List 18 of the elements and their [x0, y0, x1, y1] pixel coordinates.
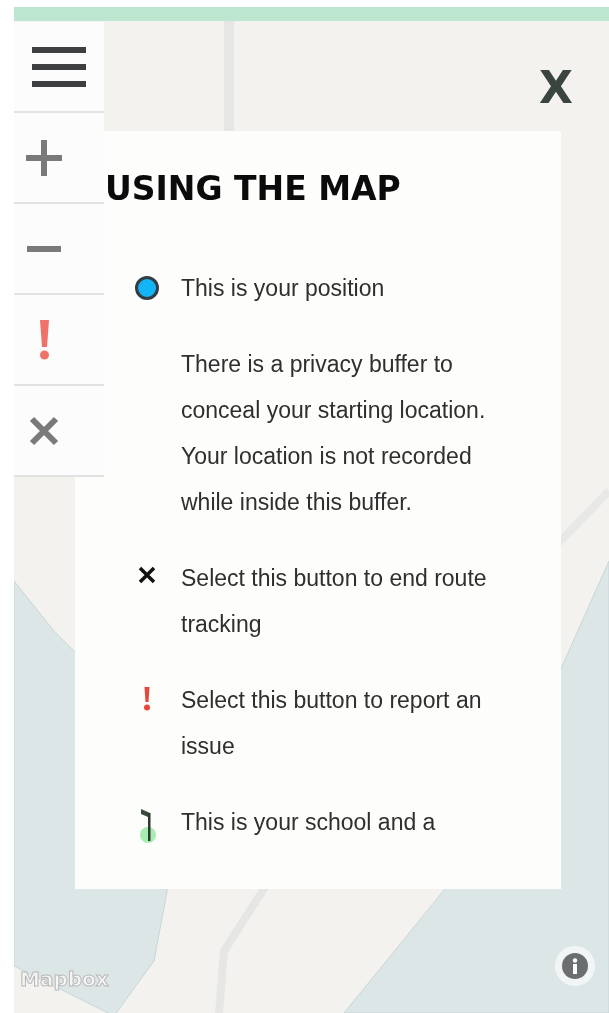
position-dot-icon	[134, 275, 160, 301]
menu-button[interactable]	[14, 22, 104, 113]
legend-text: Select this button to report an issue	[181, 686, 483, 761]
panel-title: USING THE MAP	[105, 169, 402, 209]
close-icon	[137, 565, 157, 585]
alert-icon	[143, 687, 151, 711]
minus-icon	[27, 245, 61, 252]
legend-text: There is a privacy buffer to conceal your starting location. Your location is not recorded while inside this buffer.	[181, 350, 487, 517]
close-button[interactable]: X	[539, 64, 573, 112]
plus-icon	[26, 139, 62, 176]
info-icon	[562, 953, 588, 979]
close-icon	[29, 415, 59, 446]
info-button[interactable]	[555, 946, 595, 986]
legend-text: This is your school and a	[181, 808, 437, 837]
legend-text: Select this button to end route tracking	[181, 564, 488, 639]
legend-text: This is your position	[181, 274, 386, 303]
alert-icon	[38, 319, 50, 360]
menu-icon	[32, 46, 86, 87]
